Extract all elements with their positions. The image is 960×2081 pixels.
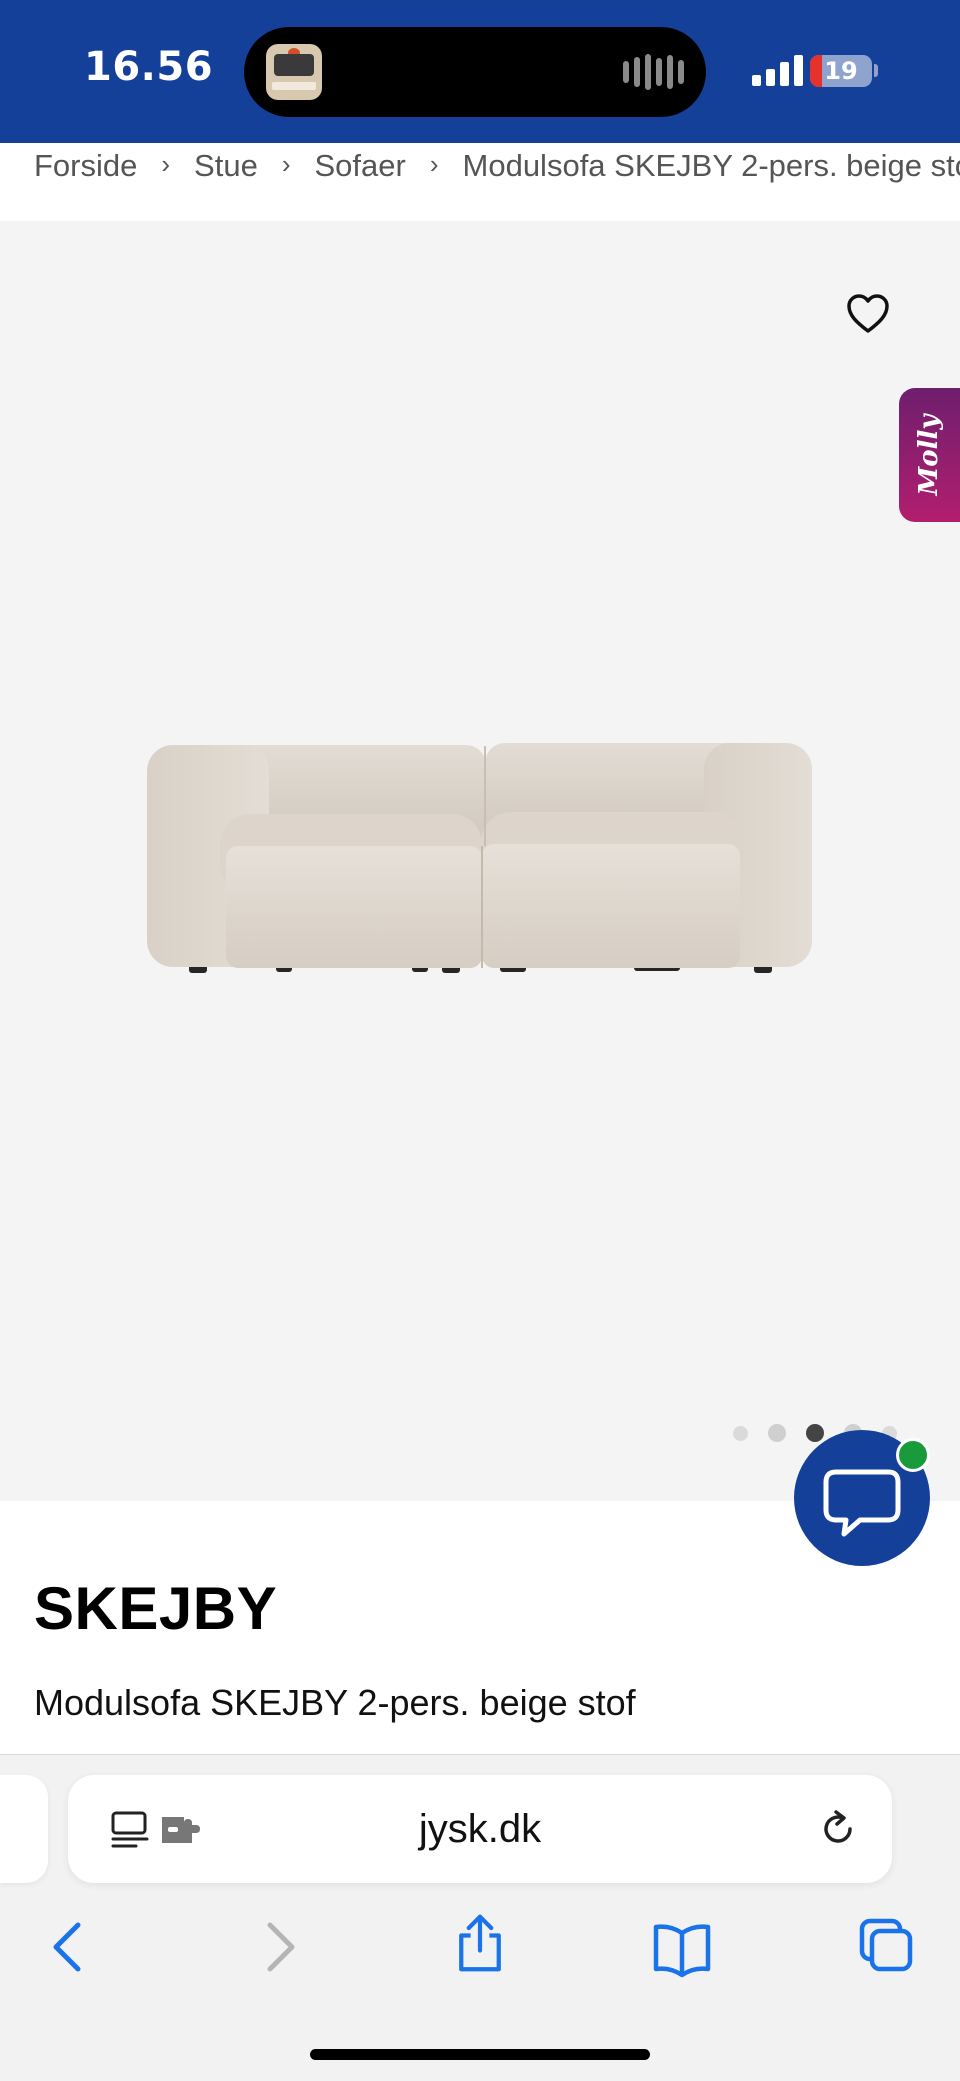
product-name: Modulsofa SKEJBY 2-pers. beige stof <box>34 1682 636 1723</box>
home-indicator[interactable] <box>310 2049 650 2060</box>
battery-level: 19 <box>824 57 858 85</box>
battery-cap <box>874 64 878 77</box>
share-icon[interactable] <box>450 1913 510 1973</box>
molly-label: Molly <box>914 414 944 496</box>
dynamic-island[interactable] <box>244 27 706 117</box>
breadcrumb-item-sofaer[interactable]: Sofaer <box>315 148 406 184</box>
status-time: 16.56 <box>84 44 214 90</box>
breadcrumb: Forside › Stue › Sofaer › Modulsofa SKEJ… <box>34 143 960 221</box>
cellular-signal-icon <box>752 54 803 86</box>
chevron-right-icon: › <box>281 149 291 179</box>
address-bar[interactable]: jysk.dk <box>68 1775 892 1883</box>
chat-online-indicator <box>896 1438 930 1472</box>
status-bar: 16.56 19 <box>0 0 960 143</box>
breadcrumb-current: Modulsofa SKEJBY 2-pers. beige stof <box>462 148 960 183</box>
breadcrumb-item-forside[interactable]: Forside <box>34 148 137 184</box>
audio-waveform-icon <box>623 53 684 91</box>
molly-assistant-tab[interactable]: Molly <box>899 388 960 522</box>
product-brand-title: SKEJBY <box>34 1575 278 1642</box>
chevron-right-icon: › <box>429 149 439 179</box>
heart-icon[interactable] <box>844 290 892 338</box>
tabs-icon[interactable] <box>856 1915 916 1975</box>
extension-icon[interactable] <box>160 1811 202 1847</box>
bookmarks-icon[interactable] <box>652 1919 712 1979</box>
sofa-image <box>147 743 812 973</box>
previous-tab-preview[interactable] <box>0 1775 48 1883</box>
pagination-dot[interactable] <box>733 1425 748 1441</box>
product-page: 16.56 19 Forside › Stue › Sofaer › Modul… <box>0 0 960 2081</box>
reader-mode-icon[interactable] <box>110 1809 152 1851</box>
back-icon[interactable] <box>40 1917 100 1977</box>
reload-icon[interactable] <box>816 1807 860 1851</box>
album-art-icon[interactable] <box>266 44 322 100</box>
browser-chrome: jysk.dk <box>0 1754 960 2081</box>
battery-icon: 19 <box>810 55 872 87</box>
breadcrumb-item-stue[interactable]: Stue <box>194 148 258 184</box>
chevron-right-icon: › <box>161 149 171 179</box>
forward-icon[interactable] <box>248 1917 308 1977</box>
pagination-dot[interactable] <box>768 1424 786 1442</box>
